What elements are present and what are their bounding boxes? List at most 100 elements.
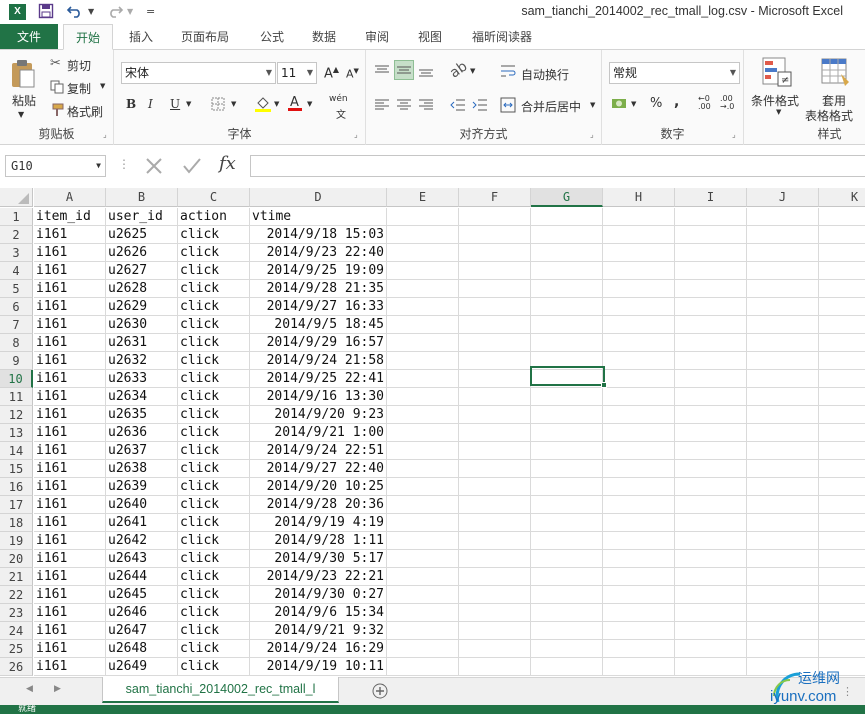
- cell-h25[interactable]: [603, 640, 675, 658]
- cell-i16[interactable]: [675, 478, 747, 496]
- cell-f26[interactable]: [459, 658, 531, 676]
- cell-b20[interactable]: u2643: [106, 550, 178, 568]
- row-header[interactable]: 15: [0, 460, 33, 478]
- scroll-sheets-left-icon[interactable]: ◀: [26, 684, 33, 694]
- cell-f11[interactable]: [459, 388, 531, 406]
- cell-h23[interactable]: [603, 604, 675, 622]
- cell-k15[interactable]: [819, 460, 865, 478]
- row-header[interactable]: 8: [0, 334, 33, 352]
- orientation-icon[interactable]: ab: [447, 58, 470, 81]
- merge-center-icon[interactable]: [500, 97, 516, 116]
- cell-c9[interactable]: click: [178, 352, 250, 370]
- cell-c11[interactable]: click: [178, 388, 250, 406]
- cell-b21[interactable]: u2644: [106, 568, 178, 586]
- cell-h7[interactable]: [603, 316, 675, 334]
- format-as-table-icon[interactable]: [821, 56, 851, 91]
- cell-c16[interactable]: click: [178, 478, 250, 496]
- align-center-icon[interactable]: [396, 98, 412, 115]
- cell-g1[interactable]: [531, 208, 603, 226]
- cell-e23[interactable]: [387, 604, 459, 622]
- row-header[interactable]: 3: [0, 244, 33, 262]
- cell-k16[interactable]: [819, 478, 865, 496]
- cell-a18[interactable]: i161: [34, 514, 106, 532]
- conditional-formatting-button[interactable]: 条件格式: [751, 92, 799, 109]
- cell-h9[interactable]: [603, 352, 675, 370]
- cell-i11[interactable]: [675, 388, 747, 406]
- cell-b16[interactable]: u2639: [106, 478, 178, 496]
- cell-h24[interactable]: [603, 622, 675, 640]
- cell-j25[interactable]: [747, 640, 819, 658]
- cell-c12[interactable]: click: [178, 406, 250, 424]
- cell-b18[interactable]: u2641: [106, 514, 178, 532]
- font-color-dropdown-icon[interactable]: ▼: [307, 100, 312, 108]
- cell-i17[interactable]: [675, 496, 747, 514]
- cell-b2[interactable]: u2625: [106, 226, 178, 244]
- cell-g14[interactable]: [531, 442, 603, 460]
- cell-j14[interactable]: [747, 442, 819, 460]
- cell-a10[interactable]: i161: [34, 370, 106, 388]
- cell-g16[interactable]: [531, 478, 603, 496]
- cell-g17[interactable]: [531, 496, 603, 514]
- cell-c2[interactable]: click: [178, 226, 250, 244]
- cell-e4[interactable]: [387, 262, 459, 280]
- cell-g25[interactable]: [531, 640, 603, 658]
- cell-g5[interactable]: [531, 280, 603, 298]
- paste-dropdown-icon[interactable]: ▼: [18, 110, 24, 119]
- column-header-i[interactable]: I: [675, 188, 747, 207]
- cell-b11[interactable]: u2634: [106, 388, 178, 406]
- cell-j20[interactable]: [747, 550, 819, 568]
- cell-d7[interactable]: 2014/9/5 18:45: [250, 316, 387, 334]
- cell-b26[interactable]: u2649: [106, 658, 178, 676]
- percent-style-button[interactable]: %: [650, 96, 662, 111]
- cell-j19[interactable]: [747, 532, 819, 550]
- cell-f4[interactable]: [459, 262, 531, 280]
- cell-f19[interactable]: [459, 532, 531, 550]
- cell-a11[interactable]: i161: [34, 388, 106, 406]
- cell-h2[interactable]: [603, 226, 675, 244]
- cell-e2[interactable]: [387, 226, 459, 244]
- cell-d8[interactable]: 2014/9/29 16:57: [250, 334, 387, 352]
- cell-c20[interactable]: click: [178, 550, 250, 568]
- name-box-dropdown-icon[interactable]: ▼: [96, 156, 101, 176]
- orientation-dropdown-icon[interactable]: ▼: [470, 67, 475, 75]
- cell-c17[interactable]: click: [178, 496, 250, 514]
- accounting-format-icon[interactable]: [611, 96, 629, 115]
- underline-dropdown-icon[interactable]: ▼: [186, 100, 191, 108]
- cell-e25[interactable]: [387, 640, 459, 658]
- cell-g15[interactable]: [531, 460, 603, 478]
- cell-h16[interactable]: [603, 478, 675, 496]
- decrease-indent-icon[interactable]: [450, 98, 466, 115]
- cell-h4[interactable]: [603, 262, 675, 280]
- cell-c21[interactable]: click: [178, 568, 250, 586]
- cell-a7[interactable]: i161: [34, 316, 106, 334]
- cell-a3[interactable]: i161: [34, 244, 106, 262]
- cell-e3[interactable]: [387, 244, 459, 262]
- underline-button[interactable]: U: [170, 97, 180, 111]
- cell-h1[interactable]: [603, 208, 675, 226]
- cell-h12[interactable]: [603, 406, 675, 424]
- cell-f6[interactable]: [459, 298, 531, 316]
- cell-a5[interactable]: i161: [34, 280, 106, 298]
- row-header[interactable]: 17: [0, 496, 33, 514]
- cell-k23[interactable]: [819, 604, 865, 622]
- cell-e17[interactable]: [387, 496, 459, 514]
- row-header[interactable]: 7: [0, 316, 33, 334]
- cell-e19[interactable]: [387, 532, 459, 550]
- cell-i13[interactable]: [675, 424, 747, 442]
- cell-f21[interactable]: [459, 568, 531, 586]
- cell-j12[interactable]: [747, 406, 819, 424]
- cell-a1[interactable]: item_id: [34, 208, 106, 226]
- cell-d16[interactable]: 2014/9/20 10:25: [250, 478, 387, 496]
- row-header[interactable]: 11: [0, 388, 33, 406]
- cell-f23[interactable]: [459, 604, 531, 622]
- cell-k6[interactable]: [819, 298, 865, 316]
- cell-f16[interactable]: [459, 478, 531, 496]
- cell-e14[interactable]: [387, 442, 459, 460]
- cell-f13[interactable]: [459, 424, 531, 442]
- cell-i12[interactable]: [675, 406, 747, 424]
- cell-a22[interactable]: i161: [34, 586, 106, 604]
- cell-f8[interactable]: [459, 334, 531, 352]
- cell-i6[interactable]: [675, 298, 747, 316]
- cell-h14[interactable]: [603, 442, 675, 460]
- new-sheet-icon[interactable]: [372, 683, 388, 702]
